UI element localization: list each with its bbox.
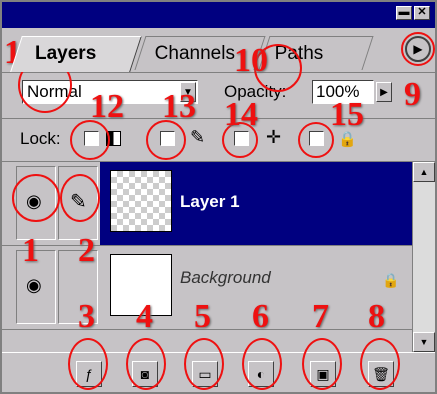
annotation-number: 8: [368, 298, 385, 335]
scroll-down-arrow[interactable]: ▼: [413, 332, 435, 352]
annotation-number: 6: [252, 298, 269, 335]
move-icon: ✛: [266, 127, 282, 147]
layer-name-area[interactable]: Layer 1: [100, 162, 412, 245]
annotation-circle: [401, 32, 435, 66]
annotation-circle: [184, 338, 224, 390]
lock-row: [2, 118, 435, 162]
layer-thumbnail: [110, 170, 172, 232]
layer-name: Background: [180, 268, 271, 287]
vertical-scrollbar[interactable]: ▲ ▼: [412, 162, 435, 352]
annotation-circle: [126, 338, 166, 390]
eye-icon: ◉: [26, 275, 42, 295]
annotation-number: 1: [22, 232, 39, 269]
scroll-up-arrow[interactable]: ▲: [413, 162, 435, 182]
annotation-circle: [298, 122, 334, 158]
annotation-number: 14: [224, 96, 258, 133]
annotation-circle: [146, 120, 186, 160]
tab-strip: Channels Paths Layers ▶: [2, 28, 435, 73]
annotation-circle: [360, 338, 400, 390]
minimize-button[interactable]: ▬: [396, 6, 412, 20]
title-bar[interactable]: ▬ ✕: [2, 2, 435, 28]
close-button[interactable]: ✕: [414, 6, 430, 20]
annotation-number: 12: [90, 88, 124, 125]
annotation-number: 10: [234, 42, 268, 79]
annotation-number: 9: [404, 76, 421, 113]
tab-channels-label: Channels: [154, 43, 235, 64]
opacity-slider-arrow[interactable]: ▶: [376, 82, 392, 102]
annotation-number: 4: [136, 298, 153, 335]
lock-icon: 🔒: [382, 272, 400, 288]
tab-layers[interactable]: Layers: [10, 36, 142, 72]
annotation-circle: [242, 338, 282, 390]
annotation-circle: [68, 338, 108, 390]
annotation-circle: [70, 120, 110, 160]
brush-icon: ✎: [190, 127, 206, 147]
annotation-number: 7: [312, 298, 329, 335]
annotation-number: 3: [78, 298, 95, 335]
tab-layers-label: Layers: [35, 43, 97, 64]
layer-name: Layer 1: [180, 192, 240, 211]
annotation-number: 2: [78, 232, 95, 269]
annotation-number: 5: [194, 298, 211, 335]
annotation-number: 15: [330, 96, 364, 133]
annotation-number: 13: [162, 88, 196, 125]
layers-palette: ▬ ✕ Channels Paths Layers ▶ Normal ▼ Opa…: [0, 0, 437, 394]
lock-label: Lock:: [20, 129, 61, 148]
annotation-circle: [302, 338, 342, 390]
annotation-circle: [60, 174, 100, 222]
annotation-circle: [12, 174, 60, 222]
